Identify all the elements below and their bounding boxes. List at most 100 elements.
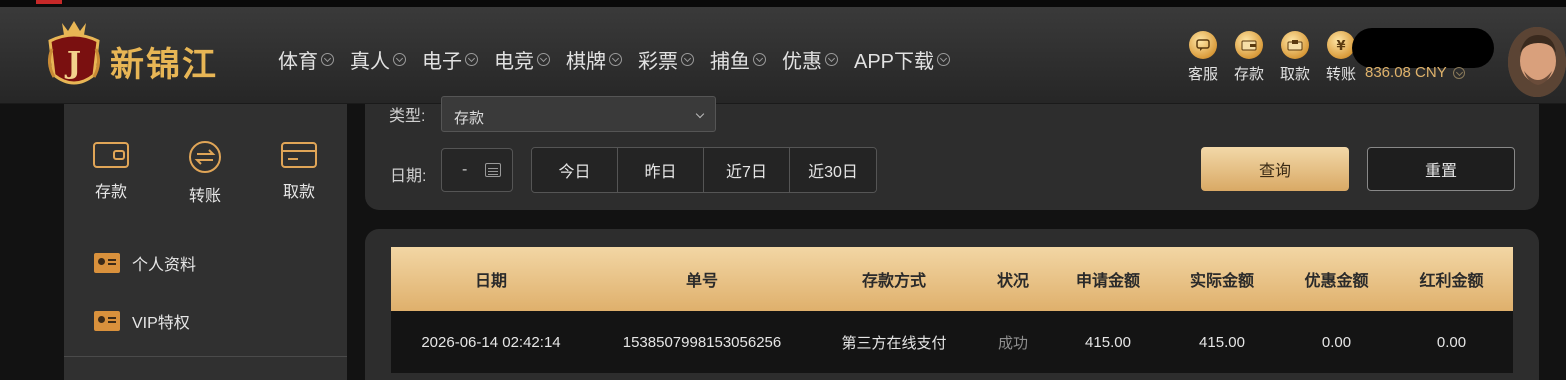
svg-text:¥: ¥ xyxy=(1336,39,1345,52)
id-card-icon xyxy=(94,253,120,273)
chevron-down-icon xyxy=(609,53,622,66)
reset-button[interactable]: 重置 xyxy=(1367,147,1515,191)
tool-label: 存款 xyxy=(1233,66,1264,83)
nav-item-esports[interactable]: 电竞 xyxy=(494,45,550,74)
balance-text: 836.08 CNY xyxy=(1365,64,1447,81)
sidebar-action-deposit[interactable]: 存款 xyxy=(64,140,158,206)
divider xyxy=(64,356,347,357)
nav-item-cards[interactable]: 棋牌 xyxy=(566,45,622,74)
tool-label: 取款 xyxy=(1279,66,1310,83)
wallet-icon xyxy=(1235,31,1263,59)
calendar-icon xyxy=(485,163,501,177)
quick-date-today[interactable]: 今日 xyxy=(532,148,618,192)
nav-label: 优惠 xyxy=(782,51,822,73)
chevron-down-icon xyxy=(937,53,951,66)
cell-date: 2026-06-14 02:42:14 xyxy=(421,333,561,351)
records-panel: 日期 单号 存款方式 状况 申请金额 实际金额 优惠金额 红利金额 2026-0… xyxy=(365,229,1539,380)
nav-item-fishing[interactable]: 捕鱼 xyxy=(710,45,766,74)
filter-panel: 类型: 存款 日期: - 今日 昨日 近7日 近30日 查询 重置 xyxy=(365,96,1539,210)
username-redacted[interactable] xyxy=(1352,28,1494,68)
nav-item-slots[interactable]: 电子 xyxy=(422,45,478,74)
nav-item-sports[interactable]: 体育 xyxy=(278,45,334,74)
records-table: 日期 单号 存款方式 状况 申请金额 实际金额 优惠金额 红利金额 2026-0… xyxy=(391,247,1513,373)
query-button[interactable]: 查询 xyxy=(1201,147,1349,191)
chevron-down-icon xyxy=(321,53,334,66)
header: J 新锦江 体育 真人 电子 电竞 棋牌 彩票 捕鱼 优惠 APP下载 客服 存… xyxy=(0,7,1566,104)
column-header: 日期 xyxy=(474,273,507,290)
transfer-icon xyxy=(189,141,221,173)
tool-withdraw[interactable]: 取款 xyxy=(1272,31,1318,84)
type-select[interactable]: 存款 xyxy=(441,96,716,132)
balance-display[interactable]: 836.08 CNY xyxy=(1365,64,1465,81)
top-strip-marker xyxy=(36,0,62,4)
top-strip xyxy=(0,0,1566,7)
nav-label: 棋牌 xyxy=(566,51,606,73)
column-header: 优惠金额 xyxy=(1304,273,1369,290)
nav-item-lottery[interactable]: 彩票 xyxy=(638,45,694,74)
sidebar-item-profile[interactable]: 个人资料 xyxy=(94,248,196,278)
tool-label: 转账 xyxy=(1325,66,1356,83)
type-label: 类型: xyxy=(389,108,426,125)
chevron-down-icon xyxy=(465,53,478,66)
column-header: 状况 xyxy=(996,273,1029,290)
date-label: 日期: xyxy=(390,168,427,185)
chevron-down-icon xyxy=(681,53,694,66)
nav-item-promotions[interactable]: 优惠 xyxy=(782,45,838,74)
nav-item-app-download[interactable]: APP下载 xyxy=(854,45,951,74)
sidebar-action-withdraw[interactable]: 取款 xyxy=(252,140,346,206)
column-header: 申请金额 xyxy=(1075,273,1140,290)
chevron-down-icon xyxy=(825,53,838,66)
wallet-icon xyxy=(93,142,129,168)
svg-text:J: J xyxy=(64,46,81,81)
sidebar-action-label: 转账 xyxy=(188,188,221,205)
quick-date-yesterday[interactable]: 昨日 xyxy=(618,148,704,192)
sidebar-action-transfer[interactable]: 转账 xyxy=(158,140,252,206)
tool-label: 客服 xyxy=(1187,66,1218,83)
sidebar-item-label: 个人资料 xyxy=(132,257,197,274)
logo-emblem-icon: J xyxy=(47,21,101,85)
quick-date-30days[interactable]: 近30日 xyxy=(790,148,876,192)
cell-order-number: 1538507998153056256 xyxy=(622,333,782,351)
nav-label: 彩票 xyxy=(638,51,678,73)
nav-label: 电子 xyxy=(422,51,462,73)
column-header: 单号 xyxy=(685,273,718,290)
chevron-down-icon xyxy=(537,53,550,66)
chevron-down-icon xyxy=(1452,66,1465,79)
chevron-down-icon xyxy=(753,53,766,66)
cell-bonus-amount: 0.00 xyxy=(1321,333,1352,351)
cell-requested-amount: 415.00 xyxy=(1085,333,1131,351)
cell-deposit-method: 第三方在线支付 xyxy=(841,334,947,352)
chevron-down-icon xyxy=(393,53,406,66)
sidebar-item-vip[interactable]: VIP特权 xyxy=(94,306,196,336)
nav-item-live[interactable]: 真人 xyxy=(350,45,406,74)
sidebar: 存款 转账 取款 个人资料 VIP特权 xyxy=(64,104,347,380)
date-range-value: - xyxy=(462,161,468,178)
column-header: 红利金额 xyxy=(1419,273,1484,290)
tool-support[interactable]: 客服 xyxy=(1180,31,1226,84)
header-tools: 客服 存款 取款 ¥ 转账 xyxy=(1180,31,1364,84)
nav-label: 真人 xyxy=(350,51,390,73)
sidebar-menu: 个人资料 VIP特权 xyxy=(94,248,196,364)
sidebar-quick-actions: 存款 转账 取款 xyxy=(64,140,347,206)
chat-icon xyxy=(1189,31,1217,59)
quick-date-7days[interactable]: 近7日 xyxy=(704,148,790,192)
nav-label: 捕鱼 xyxy=(710,51,750,73)
withdraw-icon xyxy=(1281,31,1309,59)
cell-status: 成功 xyxy=(997,334,1028,352)
nav-label: APP下载 xyxy=(854,51,935,73)
type-select-value: 存款 xyxy=(454,110,485,127)
card-icon xyxy=(281,142,317,168)
tool-deposit[interactable]: 存款 xyxy=(1226,31,1272,84)
cell-actual-amount: 415.00 xyxy=(1199,333,1245,351)
nav-label: 体育 xyxy=(278,51,318,73)
avatar[interactable] xyxy=(1508,27,1566,97)
date-range-input[interactable]: - xyxy=(441,148,513,192)
sidebar-action-label: 存款 xyxy=(94,184,127,201)
transfer-icon: ¥ xyxy=(1327,31,1355,59)
nav-label: 电竞 xyxy=(494,51,534,73)
logo[interactable]: J 新锦江 xyxy=(44,19,244,95)
table-row[interactable]: 2026-06-14 02:42:14 1538507998153056256 … xyxy=(391,311,1513,373)
main-nav: 体育 真人 电子 电竞 棋牌 彩票 捕鱼 优惠 APP下载 xyxy=(278,45,966,74)
cell-dividend-amount: 0.00 xyxy=(1436,333,1467,351)
column-header: 存款方式 xyxy=(861,273,926,290)
